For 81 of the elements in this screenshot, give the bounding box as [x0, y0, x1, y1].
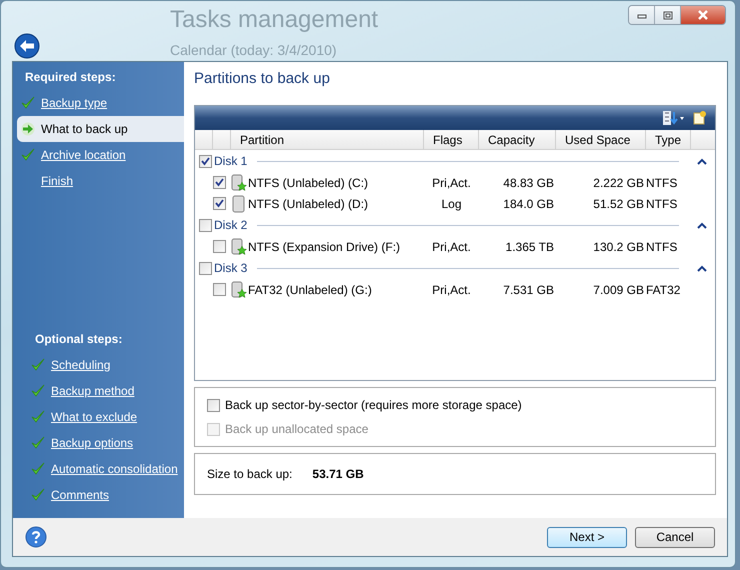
- partition-name: NTFS (Unlabeled) (D:): [248, 196, 368, 210]
- column-header[interactable]: Type: [646, 130, 691, 149]
- checkbox-label: Back up unallocated space: [225, 422, 368, 436]
- disk-label: Disk 1: [214, 154, 248, 168]
- minimize-button[interactable]: [629, 6, 655, 24]
- check-icon: [21, 148, 35, 162]
- table-cell-text: Log: [440, 196, 463, 210]
- caret-icon: [697, 264, 707, 272]
- check-icon: [31, 384, 45, 398]
- table-cell-text: 7.009 GB: [592, 282, 645, 296]
- step-item[interactable]: Scheduling: [13, 352, 184, 378]
- check-icon: [21, 96, 35, 110]
- close-icon: [697, 10, 709, 20]
- table-cell-text: 51.52 GB: [592, 196, 645, 210]
- check-icon: [31, 462, 45, 476]
- checkbox[interactable]: [199, 154, 212, 168]
- cancel-button[interactable]: Cancel: [635, 526, 715, 548]
- check-icon: [31, 410, 45, 424]
- check-icon: [31, 436, 45, 450]
- page-title: Partitions to back up: [194, 70, 331, 89]
- checkbox[interactable]: [199, 262, 212, 274]
- step-item[interactable]: Backup method: [13, 378, 184, 404]
- next-button[interactable]: Next >: [547, 526, 627, 548]
- table-cell-text: Pri,Act.: [431, 282, 472, 296]
- step-item[interactable]: Automatic consolidation: [13, 456, 184, 482]
- partition-name: FAT32 (Unlabeled) (G:): [248, 282, 372, 296]
- table-cell-text: NTFS: [646, 196, 678, 210]
- close-button[interactable]: [681, 6, 725, 24]
- checkbox[interactable]: [213, 240, 226, 253]
- maximize-icon: [662, 10, 672, 20]
- table-cell-text: 130.2 GB: [592, 240, 645, 254]
- step-item[interactable]: Finish: [13, 168, 184, 194]
- checkbox-label: Back up sector-by-sector (requires more storage space): [225, 398, 522, 412]
- table-cell-text: Pri,Act.: [431, 176, 472, 190]
- column-header[interactable]: Capacity: [479, 130, 556, 149]
- maximize-button[interactable]: [655, 6, 681, 24]
- background-window-title: Tasks management: [170, 6, 378, 34]
- selected-step-item[interactable]: What to back up: [17, 116, 184, 142]
- arrow-right-icon: [21, 122, 35, 136]
- document-icon: [693, 111, 707, 125]
- check-icon: [31, 358, 45, 372]
- collapse-button[interactable]: [697, 158, 707, 164]
- checkbox[interactable]: [207, 398, 220, 412]
- partition-name: NTFS (Unlabeled) (C:): [248, 176, 368, 190]
- checkbox[interactable]: [199, 218, 212, 232]
- table-cell-text: 7.531 GB: [502, 282, 555, 296]
- table-cell-text: FAT32: [646, 282, 682, 296]
- sidebar-heading: Optional steps:: [34, 332, 124, 348]
- step-item[interactable]: Comments: [13, 482, 184, 508]
- table-cell-text: 48.83 GB: [502, 176, 555, 190]
- size-value: 53.71 GB: [312, 467, 364, 481]
- column-header[interactable]: Partition: [231, 130, 424, 149]
- table-cell-text: NTFS: [646, 176, 678, 190]
- help-button[interactable]: [25, 526, 47, 548]
- step-item[interactable]: Backup options: [13, 430, 184, 456]
- table-cell-text: 184.0 GB: [502, 196, 555, 210]
- step-item[interactable]: What to exclude: [13, 404, 184, 430]
- table-cell-text: 1.365 TB: [504, 240, 555, 254]
- collapse-button[interactable]: [697, 264, 707, 272]
- step-item[interactable]: Archive location: [13, 142, 184, 168]
- check-icon: [31, 488, 45, 502]
- collapse-button[interactable]: [697, 222, 707, 228]
- table-cell-text: Pri,Act.: [431, 240, 472, 254]
- background-window-subtitle: Calendar (today: 3/4/2010): [170, 42, 338, 58]
- caret-icon: [697, 158, 707, 164]
- table-cell-text: 2.222 GB: [592, 176, 645, 190]
- step-item[interactable]: Backup type: [13, 90, 184, 116]
- columns-button[interactable]: [693, 111, 707, 125]
- checkbox[interactable]: [213, 197, 226, 210]
- caret-icon: [697, 222, 707, 228]
- back-button[interactable]: [14, 33, 42, 61]
- disk-label: Disk 3: [214, 261, 248, 275]
- column-header[interactable]: Flags: [424, 130, 479, 149]
- partition-name: NTFS (Expansion Drive) (F:): [248, 240, 400, 254]
- checkbox[interactable]: [213, 283, 226, 296]
- disk-label: Disk 2: [214, 218, 248, 232]
- sidebar-heading: Required steps:: [24, 70, 117, 86]
- column-header[interactable]: Used Space: [556, 130, 646, 149]
- checkbox[interactable]: [213, 176, 226, 189]
- size-label: Size to back up:: [207, 467, 292, 481]
- table-cell-text: NTFS: [646, 240, 678, 254]
